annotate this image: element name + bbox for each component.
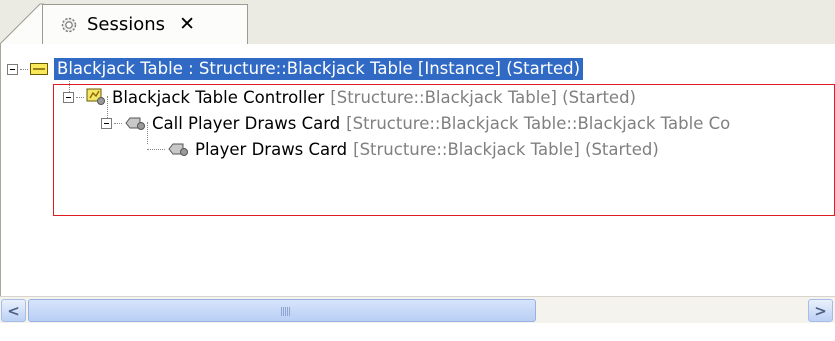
tab-strip: Sessions ✕ (0, 0, 835, 45)
tab-slope (0, 3, 44, 44)
tree-dots (114, 122, 122, 124)
root-label: Blackjack Table : Structure::Blackjack T… (54, 58, 584, 80)
scroll-right-button[interactable]: > (808, 299, 833, 322)
scrollbar-thumb[interactable] (28, 299, 536, 322)
tree-row-call[interactable]: Call Player Draws Card [Structure::Black… (101, 110, 730, 136)
controller-icon (86, 88, 105, 105)
collapse-icon[interactable] (63, 91, 74, 103)
horizontal-scrollbar[interactable]: < > (0, 296, 835, 324)
tree-row-player[interactable]: Player Draws Card [Structure::Blackjack … (147, 136, 659, 162)
grip-icon (281, 307, 291, 316)
scroll-left-button[interactable]: < (1, 299, 26, 322)
tree-row-root[interactable]: Blackjack Table : Structure::Blackjack T… (7, 56, 584, 82)
instance-icon (30, 63, 48, 75)
collapse-icon[interactable] (7, 63, 18, 75)
tab-sessions[interactable]: Sessions ✕ (42, 4, 248, 44)
bottom-margin (0, 323, 835, 341)
call-name: Call Player Draws Card (152, 113, 341, 133)
player-name: Player Draws Card (195, 139, 348, 159)
sessions-tree: Blackjack Table : Structure::Blackjack T… (0, 44, 835, 296)
close-icon[interactable]: ✕ (179, 15, 195, 34)
player-meta: [Structure::Blackjack Table] (Started) (353, 139, 659, 159)
controller-name: Blackjack Table Controller (112, 87, 325, 107)
action-icon (125, 117, 145, 130)
tab-label: Sessions (87, 14, 166, 35)
action-icon (168, 143, 188, 156)
controller-meta: [Structure::Blackjack Table] (Started) (330, 87, 636, 107)
call-meta: [Structure::Blackjack Table::Blackjack T… (346, 113, 731, 133)
tree-dots (20, 68, 28, 70)
collapse-icon[interactable] (101, 117, 112, 129)
gear-icon (61, 17, 77, 32)
tree-row-controller[interactable]: Blackjack Table Controller [Structure::B… (63, 84, 636, 110)
tree-dots (76, 96, 84, 98)
tree-dots (147, 148, 165, 150)
